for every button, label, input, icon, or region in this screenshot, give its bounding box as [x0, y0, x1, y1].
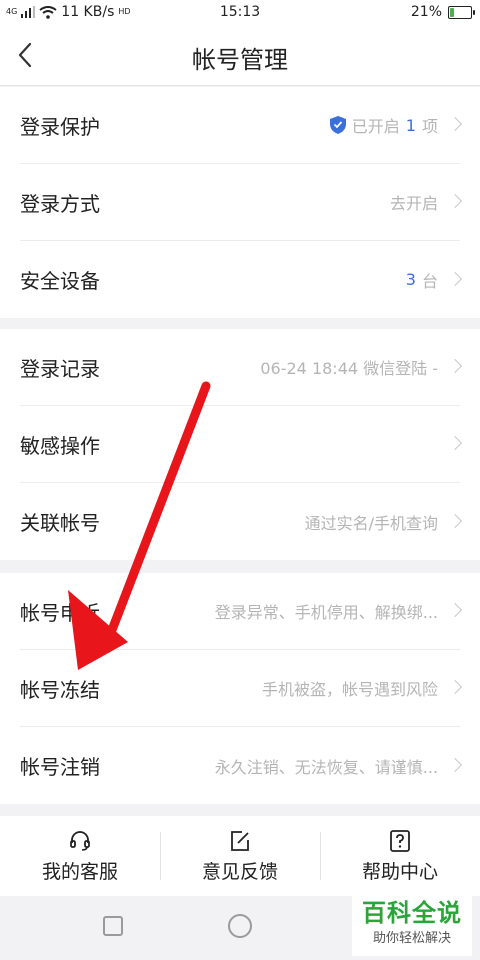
row-value-suffix: 台: [421, 271, 438, 291]
row-label: 关联帐号: [20, 511, 100, 535]
row-login-protection[interactable]: 登录保护 已开启 1 项: [20, 87, 463, 164]
battery-percent: 21%: [410, 4, 442, 20]
row-value: 06-24 18:44 微信登陆 -: [260, 359, 438, 378]
security-settings-group: 登录保护 已开启 1 项 登录方式 去开启 安全设备 3 台: [0, 87, 480, 318]
chevron-right-icon: [447, 271, 463, 286]
row-value: 通过实名/手机查询: [304, 513, 438, 533]
page-title: 帐号管理: [192, 46, 288, 74]
status-bar: 4G 11 KB/s HD 15:13 21%: [0, 0, 480, 26]
bottom-action-bar: 我的客服 意见反馈 帮助中心: [0, 816, 480, 896]
row-account-freeze[interactable]: 帐号冻结 手机被盗，帐号遇到风险: [20, 650, 463, 727]
row-label: 帐号冻结: [20, 677, 100, 702]
watermark-logo: 百科全说 助你轻松解决: [352, 896, 472, 956]
row-label: 安全设备: [20, 269, 100, 293]
customer-service-label: 我的客服: [41, 860, 118, 883]
chevron-right-icon: [447, 193, 463, 209]
row-value-prefix: 已开启: [351, 117, 400, 136]
status-time: 15:13: [219, 4, 261, 20]
chevron-right-icon: [447, 602, 463, 618]
row-label: 帐号申诉: [20, 600, 100, 625]
row-value: 登录异常、手机停用、解换绑...: [214, 603, 438, 622]
row-label: 登录记录: [20, 356, 100, 381]
feedback-button[interactable]: 意见反馈: [160, 816, 320, 896]
chevron-right-icon: [447, 513, 463, 528]
row-value-number: 1: [405, 115, 416, 135]
customer-service-button[interactable]: 我的客服: [0, 816, 160, 896]
activity-group: 登录记录 06-24 18:44 微信登陆 - 敏感操作 关联帐号 通过实名/手…: [0, 329, 480, 560]
help-center-button[interactable]: 帮助中心: [320, 816, 480, 896]
shield-check-icon: [329, 116, 346, 134]
battery-icon: [448, 5, 475, 19]
row-value-suffix: 项: [421, 117, 438, 136]
row-label: 登录保护: [20, 114, 100, 139]
feedback-edit-icon: [231, 830, 249, 851]
row-linked-accounts[interactable]: 关联帐号 通过实名/手机查询: [20, 483, 463, 560]
watermark-title: 百科全说: [362, 899, 462, 927]
feedback-label: 意见反馈: [201, 860, 278, 883]
row-value: 已开启 1 项: [329, 87, 438, 163]
row-account-cancellation[interactable]: 帐号注销 永久注销、无法恢复、请谨慎...: [20, 727, 463, 804]
row-label: 登录方式: [20, 191, 100, 216]
row-security-devices[interactable]: 安全设备 3 台: [20, 241, 463, 318]
recents-square-icon[interactable]: [103, 916, 123, 936]
row-label: 敏感操作: [20, 433, 100, 458]
help-question-icon: [390, 829, 410, 852]
row-login-method[interactable]: 登录方式 去开启: [20, 164, 463, 241]
chevron-right-icon: [447, 358, 463, 374]
chevron-right-icon: [447, 757, 463, 772]
row-value-number: 3: [405, 270, 416, 289]
home-circle-icon[interactable]: [228, 914, 252, 938]
headset-icon: [70, 830, 90, 851]
row-login-records[interactable]: 登录记录 06-24 18:44 微信登陆 -: [20, 329, 463, 406]
row-value: 去开启: [389, 194, 438, 213]
row-label: 帐号注销: [20, 755, 100, 779]
row-value: 永久注销、无法恢复、请谨慎...: [214, 757, 438, 777]
account-actions-group: 帐号申诉 登录异常、手机停用、解换绑... 帐号冻结 手机被盗，帐号遇到风险 帐…: [0, 573, 480, 804]
chevron-right-icon: [447, 679, 463, 695]
row-account-appeal[interactable]: 帐号申诉 登录异常、手机停用、解换绑...: [20, 573, 463, 650]
row-value: 3 台: [406, 241, 438, 318]
app-header: 帐号管理: [0, 26, 480, 86]
chevron-right-icon: [447, 116, 463, 132]
status-right: 21%: [410, 4, 475, 20]
chevron-right-icon: [447, 435, 463, 451]
row-value: 手机被盗，帐号遇到风险: [261, 680, 438, 699]
battery-fill: [450, 7, 455, 17]
watermark-subtitle: 助你轻松解决: [372, 931, 451, 946]
help-center-label: 帮助中心: [361, 860, 438, 883]
row-sensitive-operations[interactable]: 敏感操作: [20, 406, 463, 483]
